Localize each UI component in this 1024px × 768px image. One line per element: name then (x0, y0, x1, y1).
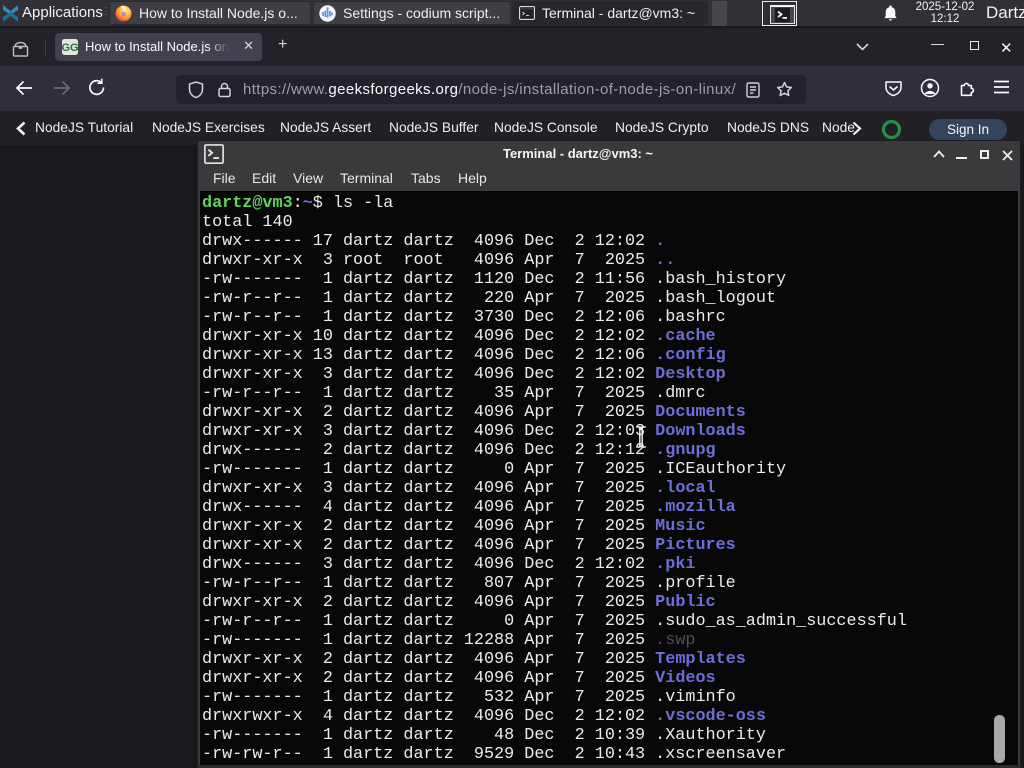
svg-text:GG: GG (62, 42, 78, 54)
